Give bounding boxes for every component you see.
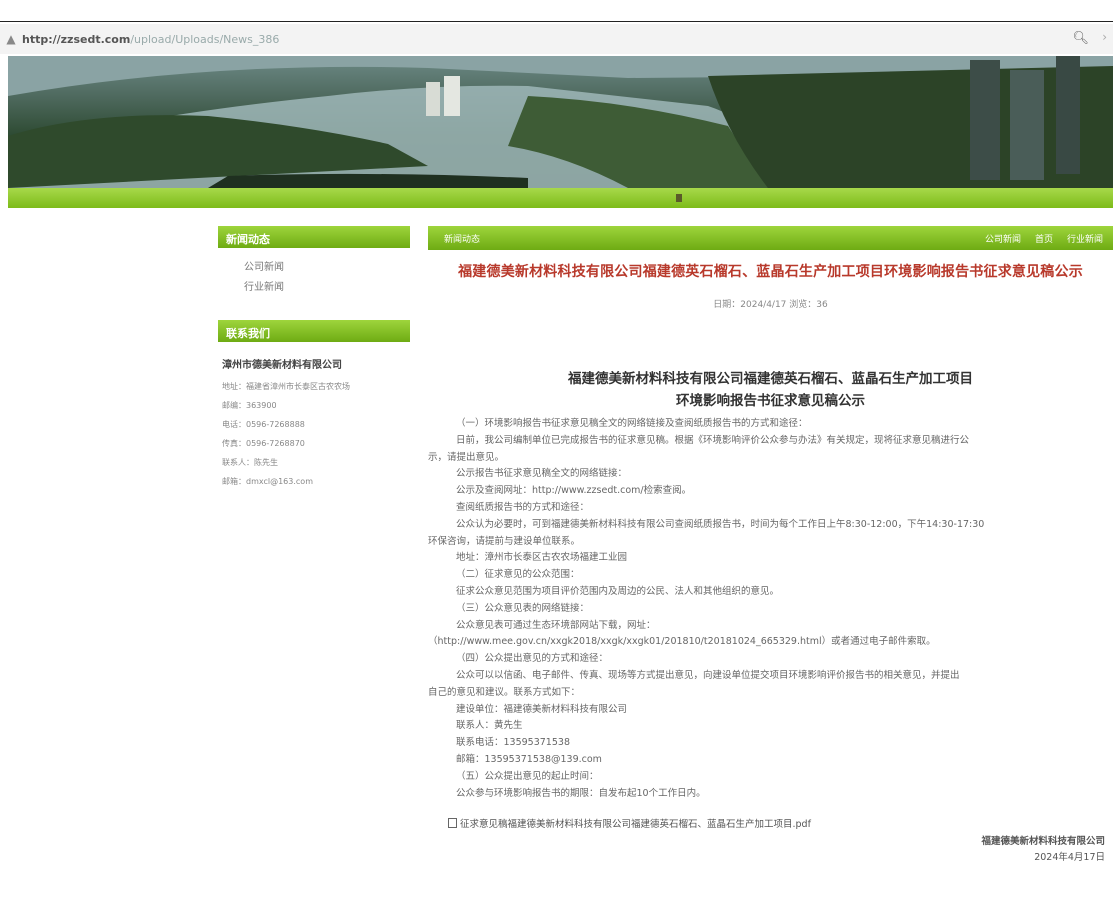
body-paragraph: 示，请提出意见。 [428, 451, 505, 463]
article-area: 新闻动态 公司新闻 首页 行业新闻 福建德美新材料科技有限公司福建德英石榴石、蓝… [428, 226, 1113, 866]
body-paragraph: （三）公众意见表的网络链接： [456, 602, 590, 614]
document-title-line-2: 环境影响报告书征求意见稿公示 [676, 393, 865, 409]
body-paragraph: （http://www.mee.gov.cn/xxgk2018/xxgk/xxg… [428, 636, 936, 648]
breadcrumb: 公司新闻 首页 行业新闻 [985, 232, 1103, 245]
contact-address: 地址：福建省漳州市长泰区古农农场 [222, 382, 350, 391]
section-label: 新闻动态 [444, 235, 481, 245]
signature-date: 2024年4月17日 [1034, 852, 1105, 864]
body-paragraph: 建设单位：福建德美新材料科技有限公司 [456, 703, 628, 715]
sidebar-item-company-news[interactable]: 公司新闻 [244, 258, 410, 278]
magnifier-icon[interactable]: 🔍︎ [1072, 31, 1089, 46]
breadcrumb-link-home[interactable]: 首页 [1035, 232, 1053, 245]
body-paragraph: （五）公众提出意见的起止时间： [456, 770, 599, 782]
body-paragraph: 地址：漳州市长泰区古农农场福建工业园 [456, 552, 628, 564]
attachment-filename[interactable]: 征求意见稿福建德美新材料科技有限公司福建德英石榴石、蓝晶石生产加工项目.pdf [460, 819, 811, 830]
signature-block: 福建德美新材料科技有限公司 2024年4月17日 [428, 834, 1113, 866]
contact-header: 联系我们 [218, 320, 410, 342]
body-paragraph: 联系电话：13595371538 [456, 737, 570, 749]
body-paragraph: 自己的意见和建议。联系方式如下： [428, 686, 581, 698]
document-title-line-1: 福建德美新材料科技有限公司福建德英石榴石、蓝晶石生产加工项目 [568, 371, 973, 387]
nav-marker [676, 194, 682, 202]
contact-fax: 传真：0596-7268870 [222, 439, 305, 448]
article-body: （一）环境影响报告书征求意见稿全文的网络链接及查阅纸质报告书的方式和途径： 日前，… [428, 416, 1113, 802]
article-header-bar: 新闻动态 公司新闻 首页 行业新闻 [428, 226, 1113, 250]
body-paragraph: 征求公众意见范围为项目评价范围内及周边的公民、法人和其他组织的意见。 [456, 585, 780, 597]
sidebar: 新闻动态 公司新闻 行业新闻 联系我们 漳州市德美新材料有限公司 地址：福建省漳… [218, 226, 410, 491]
body-paragraph: 公众认为必要时，可到福建德美新材料科技有限公司查阅纸质报告书，时间为每个工作日上… [456, 518, 985, 530]
article-meta: 日期：2024/4/17 浏览：36 [713, 300, 828, 310]
body-paragraph: 公众参与环境影响报告书的期限：自发布起10个工作日内。 [456, 787, 706, 799]
nav-bar [8, 188, 1113, 208]
news-list: 公司新闻 行业新闻 [218, 248, 410, 298]
page-icon: ▲ [6, 32, 16, 46]
news-header: 新闻动态 [218, 226, 410, 248]
body-paragraph: （四）公众提出意见的方式和途径： [456, 653, 609, 665]
article-title: 福建德美新材料科技有限公司福建德英石榴石、蓝晶石生产加工项目环境影响报告书征求意… [458, 264, 1083, 280]
body-paragraph: 公众可以以信函、电子邮件、传真、现场等方式提出意见，向建设单位提交项目环境影响评… [456, 669, 960, 681]
body-paragraph: （一）环境影响报告书征求意见稿全文的网络链接及查阅纸质报告书的方式和途径： [456, 418, 808, 429]
signature-company: 福建德美新材料科技有限公司 [981, 836, 1105, 848]
contact-company: 漳州市德美新材料有限公司 [222, 360, 342, 371]
url-text[interactable]: http://zzsedt.com/upload/Uploads/News_38… [22, 33, 279, 46]
chevron-icon[interactable]: › [1102, 30, 1107, 44]
header-banner-image [8, 56, 1113, 188]
body-paragraph: 公众意见表可通过生态环境部网站下载，网址： [456, 619, 656, 631]
contact-block: 漳州市德美新材料有限公司 地址：福建省漳州市长泰区古农农场 邮编：363900 … [218, 342, 410, 491]
breadcrumb-link-company-news[interactable]: 公司新闻 [985, 232, 1021, 245]
address-bar[interactable]: ▲ http://zzsedt.com/upload/Uploads/News_… [0, 24, 1113, 54]
body-paragraph: 公示及查阅网址：http://www.zzsedt.com/检索查阅。 [456, 485, 692, 497]
breadcrumb-link-industry-news[interactable]: 行业新闻 [1067, 232, 1103, 245]
body-paragraph: 日前，我公司编制单位已完成报告书的征求意见稿。根据《环境影响评价公众参与办法》有… [456, 434, 970, 446]
body-paragraph: 查阅纸质报告书的方式和途径： [456, 501, 590, 513]
body-paragraph: 公示报告书征求意见稿全文的网络链接： [456, 468, 628, 480]
body-paragraph: 联系人：黄先生 [456, 720, 523, 732]
contact-person: 联系人：陈先生 [222, 458, 278, 467]
window-top-edge [0, 0, 1113, 22]
contact-email[interactable]: 邮箱：dmxcl@163.com [222, 472, 410, 491]
body-paragraph: 邮箱：13595371538@139.com [456, 753, 602, 765]
sidebar-item-industry-news[interactable]: 行业新闻 [244, 278, 410, 298]
file-icon [448, 818, 457, 829]
contact-postcode: 邮编：363900 [222, 401, 277, 410]
body-paragraph: （二）征求意见的公众范围： [456, 569, 580, 581]
body-paragraph: 环保咨询，请提前与建设单位联系。 [428, 535, 581, 547]
attachment-link[interactable]: 征求意见稿福建德美新材料科技有限公司福建德英石榴石、蓝晶石生产加工项目.pdf [428, 816, 1113, 830]
contact-phone: 电话：0596-7268888 [222, 420, 305, 429]
